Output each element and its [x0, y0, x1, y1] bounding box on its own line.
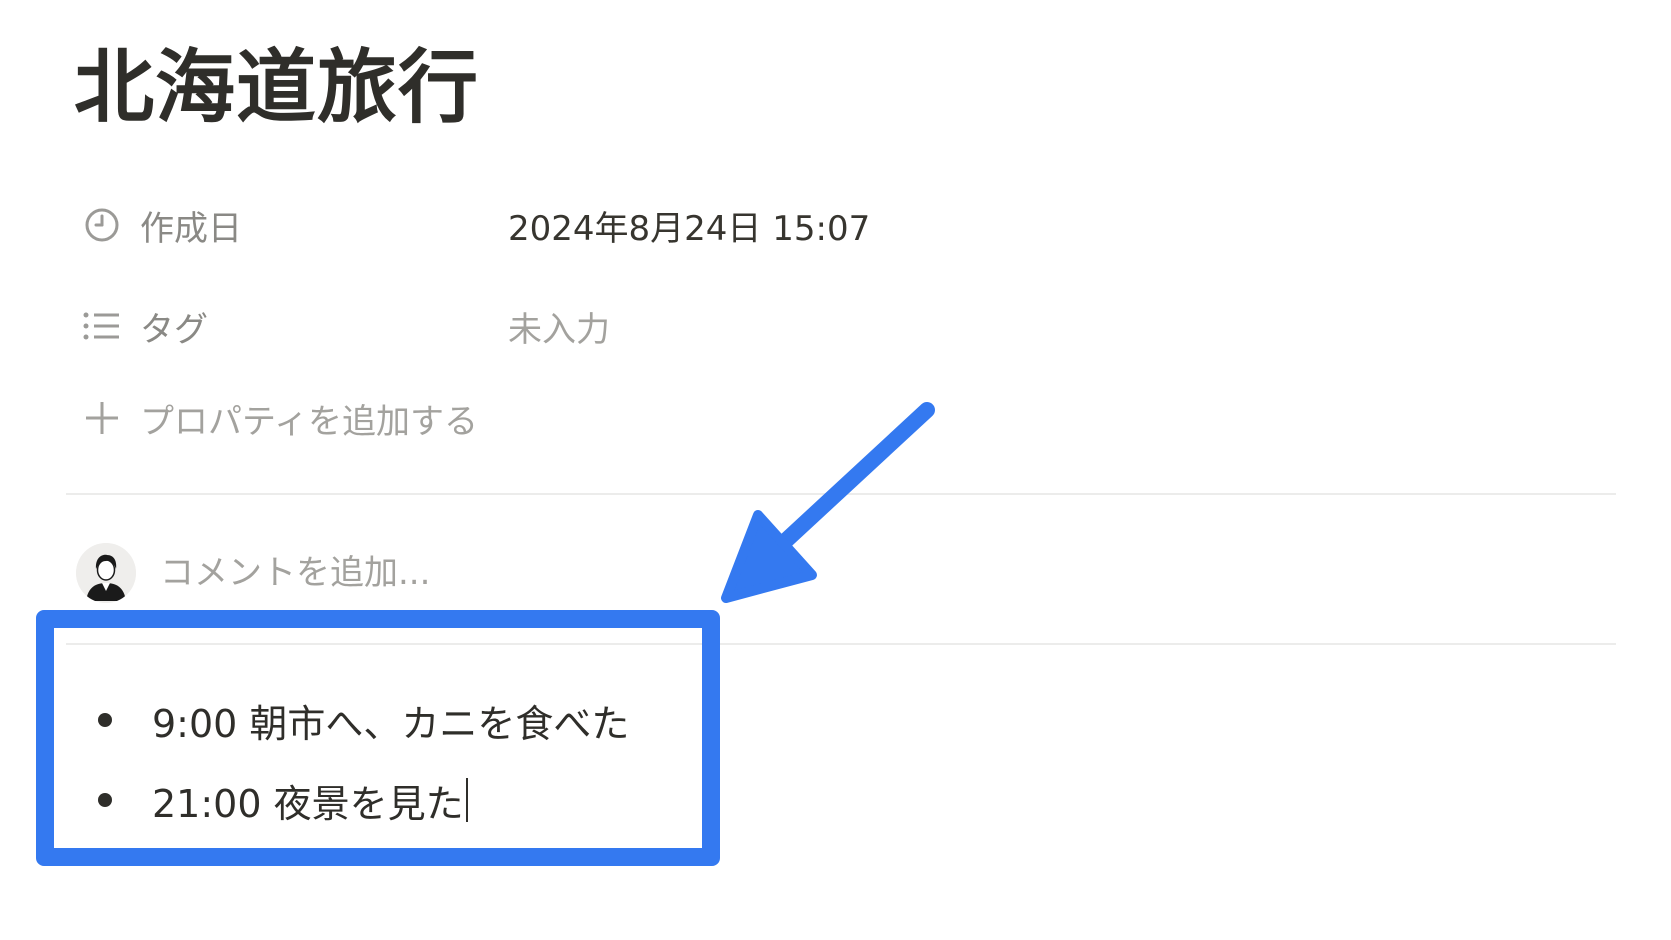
annotation-arrow-icon: [721, 402, 935, 603]
